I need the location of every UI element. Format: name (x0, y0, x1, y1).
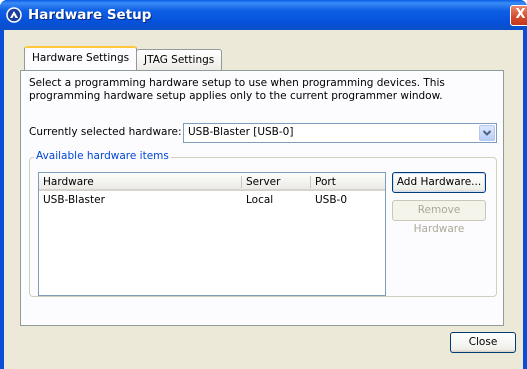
row-port: USB-0 (315, 194, 348, 206)
hardware-list[interactable]: Hardware Server Port USB-Blaster Local U… (38, 172, 386, 296)
column-header-port[interactable]: Port (315, 176, 336, 188)
chevron-down-icon[interactable] (479, 125, 495, 141)
hardware-settings-panel: Select a programming hardware setup to u… (20, 70, 504, 326)
hardware-select-value: USB-Blaster [USB-0] (188, 126, 294, 138)
row-hardware: USB-Blaster (43, 194, 105, 206)
remove-hardware-button[interactable]: Remove Hardware (392, 200, 486, 235)
available-hardware-legend: Available hardware items (34, 150, 171, 162)
dialog-client-area: Hardware Settings JTAG Settings Select a… (4, 30, 523, 369)
available-hardware-group: Available hardware items Hardware Server… (29, 150, 497, 297)
close-button[interactable]: Close (450, 332, 516, 353)
list-header: Hardware Server Port (39, 173, 385, 191)
column-header-hardware[interactable]: Hardware (43, 176, 94, 188)
column-divider[interactable] (241, 176, 242, 188)
altera-app-icon (6, 7, 22, 23)
tab-jtag-settings[interactable]: JTAG Settings (136, 49, 223, 71)
hardware-setup-window: Hardware Setup X Hardware Settings JTAG … (0, 0, 527, 369)
column-header-server[interactable]: Server (246, 176, 280, 188)
currently-selected-label: Currently selected hardware: (29, 126, 182, 138)
close-icon[interactable]: X (510, 5, 527, 26)
table-row[interactable]: USB-Blaster Local USB-0 (39, 193, 385, 207)
row-server: Local (246, 194, 274, 206)
title-bar[interactable]: Hardware Setup X (0, 0, 527, 30)
add-hardware-button[interactable]: Add Hardware... (392, 172, 486, 193)
window-title: Hardware Setup (28, 7, 152, 23)
hardware-select[interactable]: USB-Blaster [USB-0] (183, 123, 497, 143)
tab-hardware-settings[interactable]: Hardware Settings (24, 46, 138, 70)
column-divider[interactable] (310, 176, 311, 188)
settings-description: Select a programming hardware setup to u… (29, 77, 445, 102)
